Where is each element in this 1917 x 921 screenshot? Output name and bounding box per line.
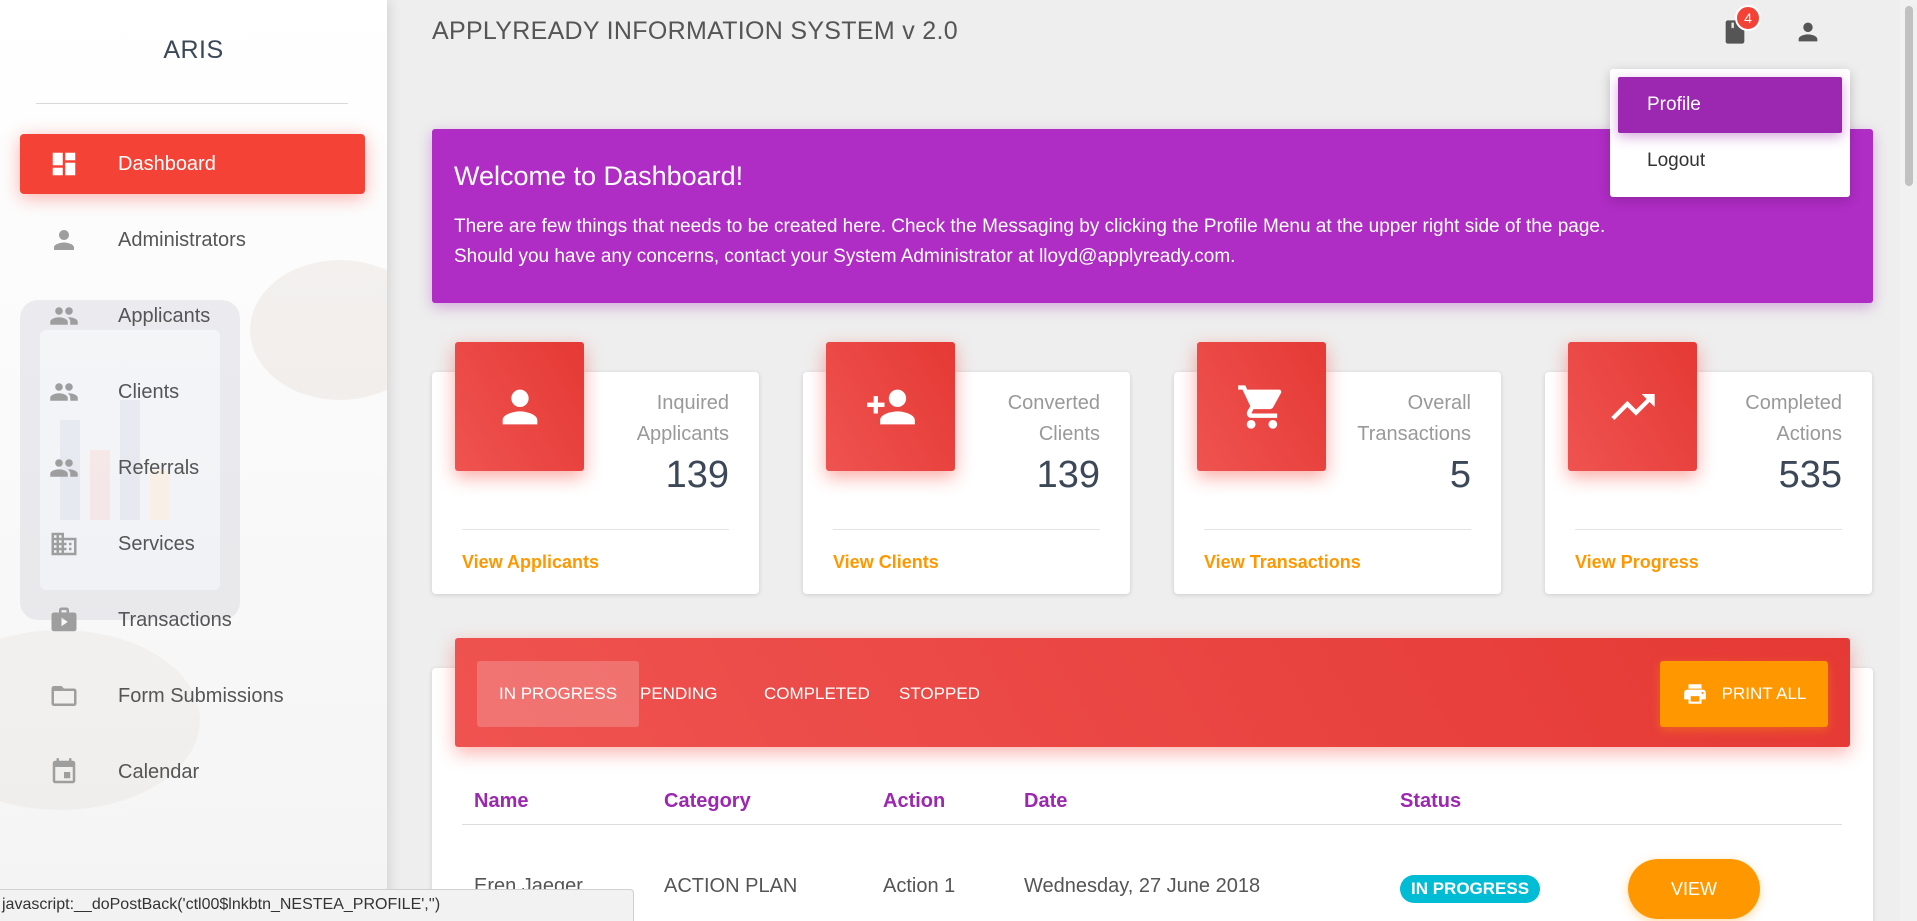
notification-badge: 4 bbox=[1735, 5, 1761, 31]
stat-value: 5 bbox=[1449, 454, 1471, 496]
sidebar-item-dashboard[interactable]: Dashboard bbox=[20, 134, 365, 194]
stat-card-applicants: Inquired Applicants 139 View Applicants bbox=[432, 342, 759, 594]
sidebar-item-applicants[interactable]: Applicants bbox=[20, 286, 365, 346]
sidebar-item-administrators[interactable]: Administrators bbox=[20, 210, 365, 270]
trending-up-icon bbox=[1568, 342, 1697, 471]
browser-status-bar: javascript:__doPostBack('ctl00$lnkbtn_NE… bbox=[0, 889, 634, 921]
dashboard-icon bbox=[48, 148, 80, 180]
page-scrollbar[interactable] bbox=[1900, 0, 1917, 921]
cell-date: Wednesday, 27 June 2018 bbox=[1024, 875, 1261, 897]
stat-card-transactions: Overall Transactions 5 View Transactions bbox=[1174, 342, 1501, 594]
divider bbox=[462, 529, 729, 530]
sidebar-item-calendar[interactable]: Calendar bbox=[20, 742, 365, 802]
sidebar-item-label: Clients bbox=[118, 380, 180, 403]
profile-menu-button[interactable] bbox=[1790, 14, 1826, 50]
stat-category: Completed Actions bbox=[1745, 392, 1842, 445]
people-icon bbox=[48, 376, 80, 408]
sidebar-item-label: Administrators bbox=[118, 228, 246, 251]
sidebar-item-label: Applicants bbox=[118, 304, 211, 327]
profile-dropdown: Profile Logout bbox=[1610, 69, 1850, 197]
building-icon bbox=[48, 528, 80, 560]
brand-title[interactable]: ARIS bbox=[0, 36, 387, 65]
sidebar-nav: Dashboard Administrators Applicants Clie… bbox=[20, 134, 365, 818]
scrollbar-thumb[interactable] bbox=[1905, 6, 1913, 186]
people-icon bbox=[48, 452, 80, 484]
status-badge: IN PROGRESS bbox=[1400, 875, 1541, 903]
stat-category: Inquired Applicants bbox=[636, 392, 729, 445]
view-clients-link[interactable]: View Clients bbox=[833, 552, 939, 573]
sidebar-item-referrals[interactable]: Referrals bbox=[20, 438, 365, 498]
sidebar-item-services[interactable]: Services bbox=[20, 514, 365, 574]
stat-value: 139 bbox=[1036, 454, 1100, 496]
sidebar-item-label: Referrals bbox=[118, 456, 200, 479]
sidebar-item-form-submissions[interactable]: Form Submissions bbox=[20, 666, 365, 726]
person-icon bbox=[1798, 22, 1818, 42]
divider bbox=[1575, 529, 1842, 530]
column-header-action[interactable]: Action bbox=[883, 790, 945, 813]
sidebar-item-label: Form Submissions bbox=[118, 684, 284, 707]
divider bbox=[1204, 529, 1471, 530]
sidebar: ARIS Dashboard Administrators Applicants… bbox=[0, 0, 387, 921]
sidebar-item-transactions[interactable]: Transactions bbox=[20, 590, 365, 650]
column-header-status[interactable]: Status bbox=[1400, 790, 1461, 813]
cell-action: Action 1 bbox=[883, 875, 956, 897]
welcome-message-line2: Should you have any concerns, contact yo… bbox=[454, 246, 1236, 267]
divider bbox=[462, 824, 1842, 825]
work-icon bbox=[48, 604, 80, 636]
view-button[interactable]: VIEW bbox=[1628, 859, 1760, 919]
cell-category: ACTION PLAN bbox=[664, 875, 798, 897]
divider bbox=[36, 103, 348, 104]
view-transactions-link[interactable]: View Transactions bbox=[1204, 552, 1361, 573]
stat-card-clients: Converted Clients 139 View Clients bbox=[803, 342, 1130, 594]
welcome-message-line1: There are few things that needs to be cr… bbox=[454, 216, 1606, 237]
sidebar-item-label: Dashboard bbox=[118, 152, 216, 175]
person-icon bbox=[48, 224, 80, 256]
sidebar-item-label: Services bbox=[118, 532, 195, 555]
stat-card-actions: Completed Actions 535 View Progress bbox=[1545, 342, 1872, 594]
column-header-category[interactable]: Category bbox=[664, 790, 751, 813]
person-icon bbox=[455, 342, 584, 471]
dropdown-item-profile[interactable]: Profile bbox=[1618, 77, 1842, 133]
divider bbox=[833, 529, 1100, 530]
column-header-name[interactable]: Name bbox=[474, 790, 528, 813]
print-all-button[interactable]: PRINT ALL bbox=[1660, 661, 1828, 727]
tab-completed[interactable]: COMPLETED bbox=[742, 661, 892, 727]
print-all-label: PRINT ALL bbox=[1721, 684, 1807, 703]
tab-in-progress[interactable]: IN PROGRESS bbox=[477, 661, 640, 727]
calendar-icon bbox=[48, 756, 80, 788]
cart-icon bbox=[1197, 342, 1326, 471]
stat-value: 139 bbox=[665, 454, 729, 496]
sidebar-item-clients[interactable]: Clients bbox=[20, 362, 365, 422]
stat-category: Overall Transactions bbox=[1357, 392, 1471, 445]
view-applicants-link[interactable]: View Applicants bbox=[462, 552, 599, 573]
notifications-button[interactable]: 4 bbox=[1717, 5, 1761, 50]
person-add-icon bbox=[826, 342, 955, 471]
status-tabs-header: IN PROGRESS PENDING COMPLETED STOPPED PR… bbox=[455, 638, 1850, 747]
sidebar-item-label: Transactions bbox=[118, 608, 232, 631]
folder-icon bbox=[48, 680, 80, 712]
tab-pending[interactable]: PENDING bbox=[618, 661, 739, 727]
tab-stopped[interactable]: STOPPED bbox=[877, 661, 1002, 727]
page-title: APPLYREADY INFORMATION SYSTEM v 2.0 bbox=[432, 17, 958, 45]
stat-value: 535 bbox=[1778, 454, 1842, 496]
view-progress-link[interactable]: View Progress bbox=[1575, 552, 1699, 573]
stat-category: Converted Clients bbox=[1007, 392, 1100, 445]
column-header-date[interactable]: Date bbox=[1024, 790, 1067, 813]
print-icon bbox=[1683, 684, 1706, 704]
dropdown-item-logout[interactable]: Logout bbox=[1618, 133, 1842, 189]
people-icon bbox=[48, 300, 80, 332]
sidebar-item-label: Calendar bbox=[118, 760, 200, 783]
